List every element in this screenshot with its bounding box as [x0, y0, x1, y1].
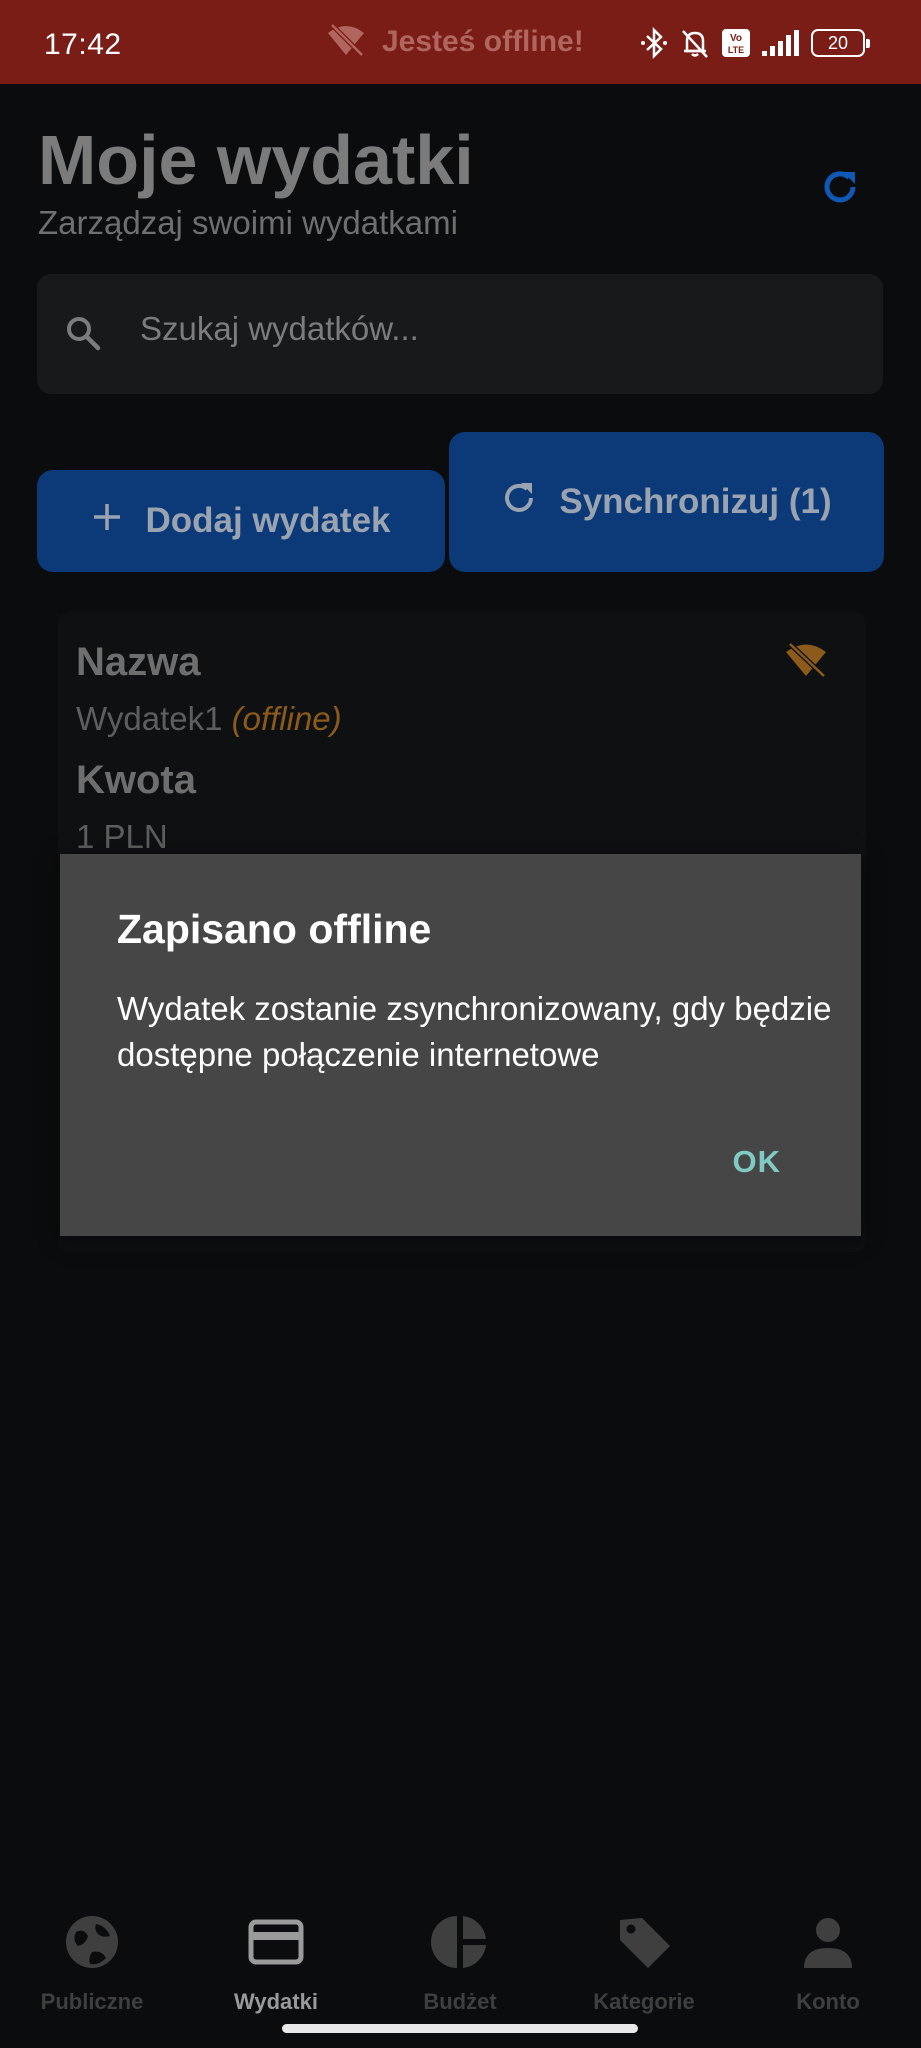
amount-value: 1 PLN: [76, 818, 168, 855]
sync-button[interactable]: Synchronizuj (1): [449, 432, 884, 572]
page-subtitle: Zarządzaj swoimi wydatkami: [38, 204, 458, 241]
offline-banner-text: Jesteś offline!: [382, 25, 584, 58]
search-input[interactable]: [140, 306, 840, 352]
add-expense-button[interactable]: Dodaj wydatek: [37, 470, 445, 572]
pie-chart-icon: [430, 1912, 490, 1977]
nav-item-konto[interactable]: Konto: [748, 1912, 908, 2015]
add-expense-label: Dodaj wydatek: [145, 501, 391, 540]
dialog-title: Zapisano offline: [117, 906, 432, 952]
nav-item-budzet[interactable]: Budżet: [380, 1912, 540, 2015]
nav-label-publiczne: Publiczne: [40, 1989, 144, 2014]
bluetooth-icon: [639, 27, 669, 59]
nav-label-kategorie: Kategorie: [593, 1989, 695, 2014]
nav-label-wydatki: Wydatki: [234, 1989, 318, 2014]
refresh-button[interactable]: [815, 164, 865, 214]
status-bar: 17:42 Jesteś offline! Vo LTE 20: [0, 0, 921, 84]
nav-item-publiczne[interactable]: Publiczne: [12, 1912, 172, 2015]
offline-tag: (offline): [231, 700, 342, 737]
sync-label: Synchronizuj (1): [559, 482, 832, 521]
search-icon: [64, 314, 102, 357]
page-title: Moje wydatki: [38, 121, 474, 199]
nav-label-konto: Konto: [796, 1989, 860, 2014]
status-icons: Vo LTE 20: [639, 26, 870, 60]
plus-icon: [91, 501, 123, 542]
saved-offline-dialog: Zapisano offline Wydatek zostanie zsynch…: [60, 854, 861, 1236]
signal-icon: [761, 29, 801, 57]
person-icon: [798, 1912, 858, 1977]
name-value: Wydatek1: [76, 700, 223, 737]
nav-item-kategorie[interactable]: Kategorie: [564, 1912, 724, 2015]
volte-icon: Vo LTE: [721, 28, 751, 58]
wifi-off-icon: [784, 642, 828, 683]
svg-text:LTE: LTE: [728, 45, 744, 55]
dialog-message: Wydatek zostanie zsynchronizowany, gdy b…: [117, 990, 832, 1073]
wifi-off-icon: [326, 22, 366, 62]
name-label: Nazwa: [76, 640, 201, 684]
offline-banner: Jesteś offline!: [326, 22, 584, 62]
sync-icon: [501, 480, 537, 525]
amount-label: Kwota: [76, 758, 196, 802]
battery-icon: 20: [811, 29, 870, 57]
nav-item-wydatki[interactable]: Wydatki: [196, 1912, 356, 2015]
name-value-row: Wydatek1 (offline): [76, 700, 342, 738]
dialog-ok-button[interactable]: OK: [733, 1144, 782, 1180]
refresh-icon: [819, 166, 861, 213]
home-indicator[interactable]: [282, 2024, 638, 2033]
svg-text:Vo: Vo: [730, 33, 742, 44]
globe-icon: [62, 1912, 122, 1977]
card-icon: [246, 1912, 306, 1977]
status-time: 17:42: [44, 28, 122, 61]
bell-off-icon: [679, 27, 711, 59]
nav-label-budzet: Budżet: [423, 1989, 497, 2014]
tag-icon: [614, 1912, 674, 1977]
